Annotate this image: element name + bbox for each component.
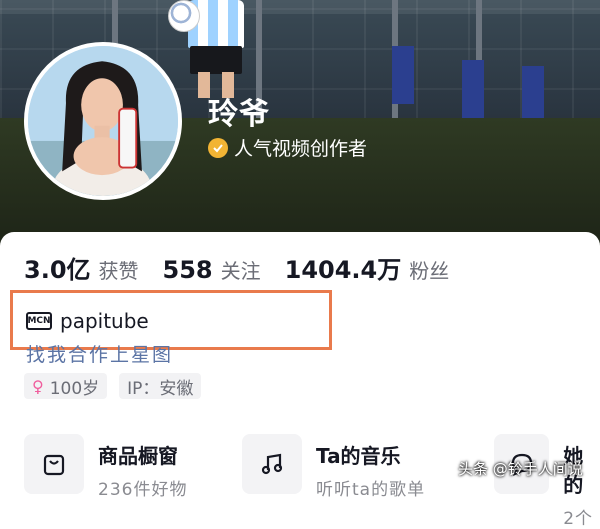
watermark: 头条 @铃手人间说 (458, 460, 583, 478)
partner-link[interactable]: 找我合作上星图 (26, 340, 173, 367)
ip-text: IP：安徽 (127, 378, 194, 399)
shortcut-subtitle: 2个 (563, 509, 594, 529)
shortcut-shop-window[interactable]: 商品橱窗 236件好物 (24, 434, 187, 500)
stat-label: 关注 (220, 259, 261, 283)
stat-followers[interactable]: 1404.4万 粉丝 (285, 250, 450, 285)
shortcut-her[interactable]: 她的 2个 (494, 434, 600, 529)
female-gender-icon: ♀ (32, 376, 44, 396)
shortcut-title: Ta的音乐 (316, 444, 401, 468)
shortcut-title: 商品橱窗 (98, 444, 178, 468)
stat-label: 粉丝 (409, 259, 450, 283)
age-tag: ♀ 100岁 (24, 373, 108, 399)
banner-flag (392, 46, 414, 104)
tags-row: ♀ 100岁 IP：安徽 (24, 373, 202, 399)
verified-check-icon (208, 137, 228, 158)
verified-label: 人气视频创作者 (234, 138, 368, 160)
ip-tag: IP：安徽 (119, 373, 202, 399)
stats-row: 3.0亿 获赞 558 关注 1404.4万 粉丝 (24, 250, 473, 285)
shortcut-subtitle: 236件好物 (98, 480, 188, 500)
banner-flag (522, 66, 544, 124)
mcn-icon: MCN (26, 312, 52, 330)
fence (0, 0, 600, 14)
banner-flag (462, 60, 484, 118)
shopping-bag-icon (24, 434, 84, 494)
shortcut-subtitle: 听听ta的歌单 (316, 480, 426, 500)
avatar-image (28, 46, 178, 196)
stat-value: 558 (162, 256, 213, 284)
stat-likes[interactable]: 3.0亿 获赞 (24, 250, 139, 285)
football (168, 0, 200, 32)
stat-following[interactable]: 558 关注 (163, 255, 261, 284)
verified-row: 人气视频创作者 (208, 134, 367, 161)
music-note-icon (242, 434, 302, 494)
stat-value: 1404.4万 (284, 256, 402, 284)
avatar[interactable] (24, 42, 182, 200)
stat-label: 获赞 (98, 259, 139, 283)
shortcut-music[interactable]: Ta的音乐 听听ta的歌单 (242, 434, 425, 500)
mcn-row[interactable]: MCN papitube (26, 309, 149, 333)
age-text: 100岁 (49, 378, 100, 399)
mcn-name: papitube (60, 309, 149, 333)
stat-value: 3.0亿 (24, 256, 91, 284)
profile-name: 玲爷 (208, 97, 270, 132)
